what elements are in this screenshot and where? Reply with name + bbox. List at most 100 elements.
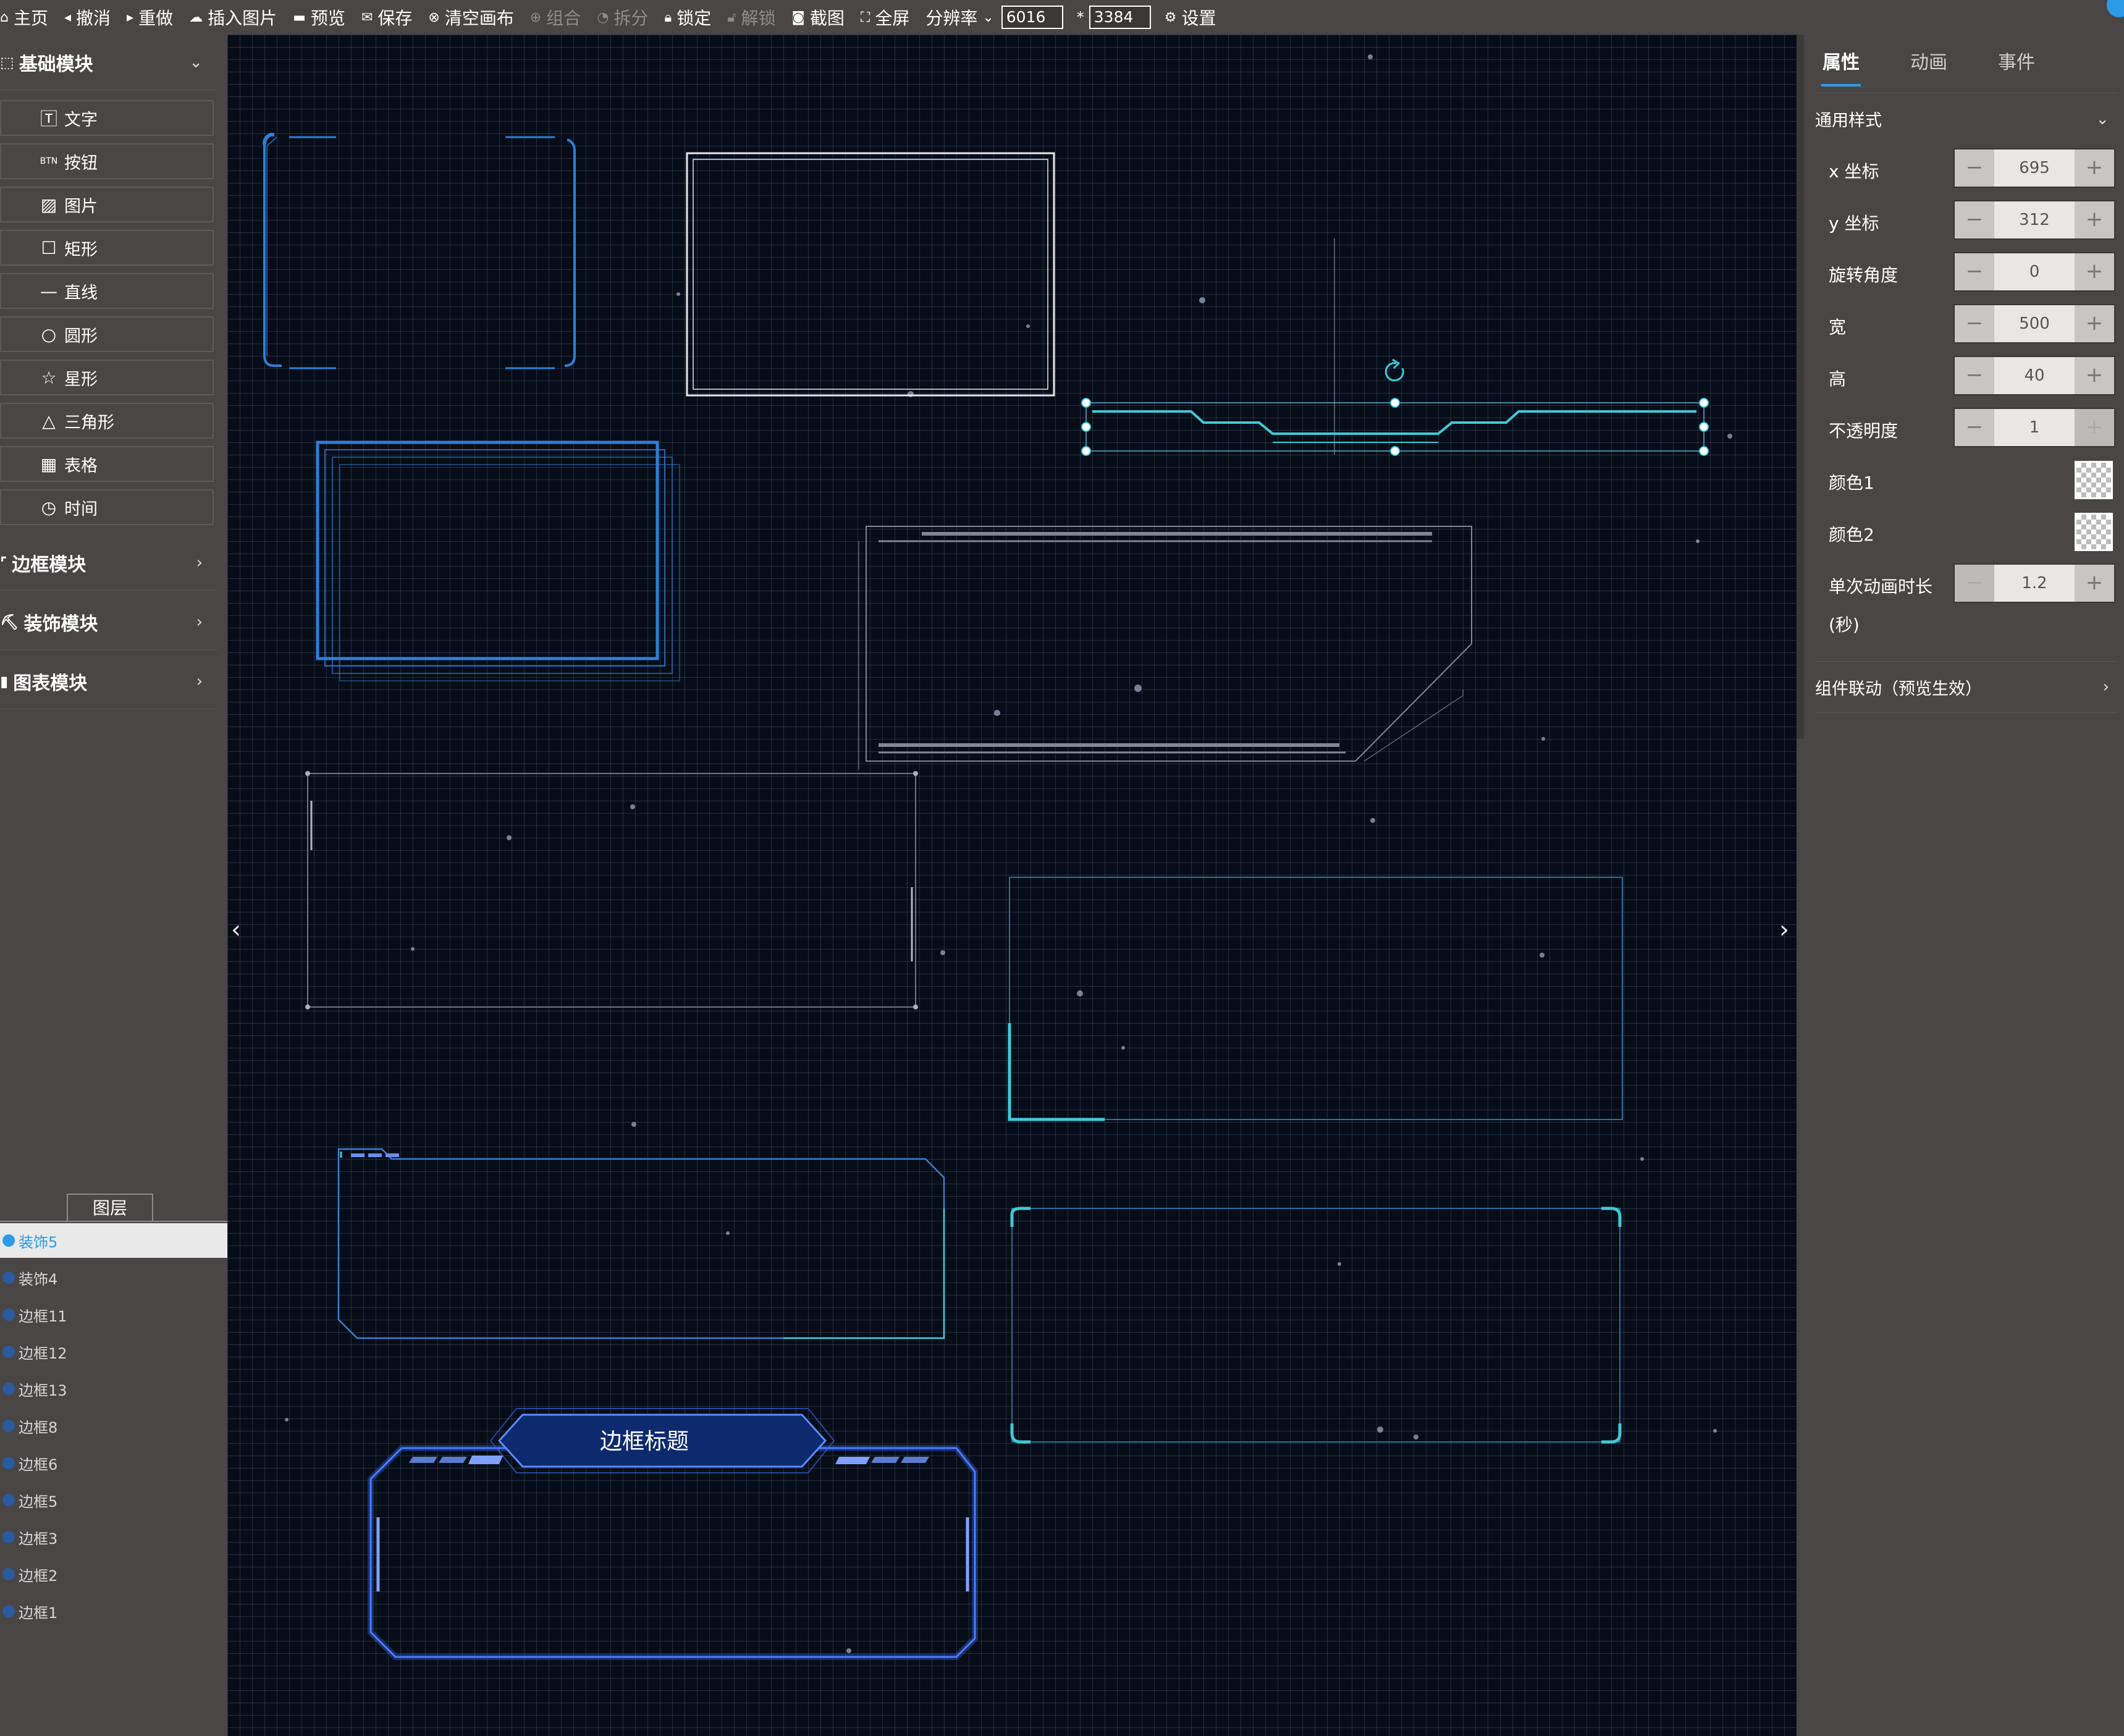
opacity-value[interactable]: 1: [1994, 409, 2075, 446]
basic-item-button[interactable]: BTN 按钮: [0, 143, 214, 179]
resolution-height-input[interactable]: 3384: [1089, 6, 1151, 29]
basic-item-triangle[interactable]: △ 三角形: [0, 403, 214, 439]
design-canvas[interactable]: 边框标题 ‹ ›: [227, 35, 1797, 1736]
width-stepper[interactable]: − 500 +: [1953, 304, 2115, 343]
ungroup-button[interactable]: ◔ 拆分: [597, 5, 648, 30]
minus-icon[interactable]: −: [1955, 150, 1994, 187]
layered-frame[interactable]: [316, 440, 680, 681]
decor-module-header[interactable]: ⛏ 装饰模块 ›: [0, 594, 217, 650]
minus-icon[interactable]: −: [1955, 305, 1994, 342]
tab-properties[interactable]: 属性: [1823, 47, 1860, 74]
layer-icon: [2, 1234, 15, 1247]
tab-events[interactable]: 事件: [1998, 47, 2035, 74]
layer-item[interactable]: 边框2: [0, 1557, 227, 1591]
scrollbar[interactable]: [1797, 35, 1804, 739]
undo-label: 撤消: [76, 8, 111, 28]
minus-icon[interactable]: −: [1955, 201, 1994, 238]
basic-item-rectangle[interactable]: ☐ 矩形: [0, 230, 214, 266]
height-stepper[interactable]: − 40 +: [1953, 356, 2115, 395]
save-button[interactable]: ✉ 保存: [361, 5, 412, 30]
basic-module-header[interactable]: ⬚ 基础模块 ⌄: [0, 35, 217, 90]
home-button[interactable]: ⌂ 主页: [0, 5, 48, 30]
corner-frame[interactable]: [263, 133, 576, 369]
folder-frame[interactable]: [337, 1148, 945, 1339]
height-value[interactable]: 40: [1994, 357, 2075, 394]
rotation-stepper[interactable]: − 0 +: [1953, 252, 2115, 292]
border-icon: ⌜: [0, 554, 7, 571]
y-stepper[interactable]: − 312 +: [1953, 200, 2115, 240]
layer-item[interactable]: 边框5: [0, 1483, 227, 1517]
opacity-stepper[interactable]: − 1 +: [1953, 408, 2115, 447]
plus-icon[interactable]: +: [2075, 357, 2114, 394]
color1-picker[interactable]: [2075, 461, 2113, 499]
clear-canvas-button[interactable]: ⊗ 清空画布: [428, 5, 513, 30]
plus-icon[interactable]: +: [2075, 201, 2114, 238]
insert-image-button[interactable]: ☁ 插入图片: [189, 5, 277, 30]
resolution-dropdown[interactable]: 分辨率 ⌄: [925, 5, 993, 30]
status-dot: [2107, 0, 2124, 17]
double-rect-frame[interactable]: [686, 152, 1055, 397]
redo-icon: ▸: [127, 9, 134, 25]
layer-item[interactable]: 边框11: [0, 1297, 227, 1332]
resolution-width-input[interactable]: 6016: [1001, 6, 1063, 29]
lock-icon: 🔒︎: [664, 9, 672, 25]
chevron-left-icon[interactable]: ‹: [231, 916, 241, 944]
minus-icon[interactable]: −: [1955, 409, 1994, 446]
basic-item-circle[interactable]: ○ 圆形: [0, 316, 214, 352]
plus-icon[interactable]: +: [2075, 409, 2114, 446]
minus-icon[interactable]: −: [1955, 253, 1994, 290]
selected-decoration[interactable]: [1081, 238, 1709, 456]
bracket-frame[interactable]: [1010, 1207, 1622, 1444]
duration-value[interactable]: 1.2: [1994, 565, 2075, 602]
color2-picker[interactable]: [2075, 513, 2113, 551]
border-module-label: 边框模块: [12, 554, 86, 576]
rotation-value[interactable]: 0: [1994, 253, 2075, 290]
duration-stepper[interactable]: − 1.2 +: [1953, 563, 2115, 603]
layer-item[interactable]: 边框6: [0, 1446, 227, 1480]
unlock-button[interactable]: 🔓︎ 解锁: [727, 5, 775, 30]
screenshot-button[interactable]: ◙ 截图: [792, 5, 845, 30]
minus-icon[interactable]: −: [1955, 357, 1994, 394]
minus-icon[interactable]: −: [1955, 565, 1994, 602]
layer-item[interactable]: 边框1: [0, 1594, 227, 1629]
general-style-label: 通用样式: [1815, 111, 1882, 130]
basic-item-time[interactable]: ◷ 时间: [0, 489, 214, 525]
x-value[interactable]: 695: [1994, 150, 2075, 187]
basic-item-star[interactable]: ☆ 星形: [0, 360, 214, 395]
basic-item-line[interactable]: — 直线: [0, 273, 214, 309]
plus-icon[interactable]: +: [2075, 253, 2114, 290]
monitor-icon: ▬: [293, 9, 306, 25]
width-value[interactable]: 500: [1994, 305, 2075, 342]
layer-item[interactable]: 装饰5: [0, 1223, 227, 1258]
preview-button[interactable]: ▬ 预览: [293, 5, 345, 30]
general-style-section[interactable]: 通用样式 ⌄: [1815, 93, 2118, 145]
tab-animation[interactable]: 动画: [1910, 47, 1947, 74]
lock-button[interactable]: 🔒︎ 锁定: [665, 5, 712, 30]
chart-module-header[interactable]: ▮ 图表模块 ›: [0, 654, 217, 709]
cyan-accent-frame[interactable]: [1008, 877, 1623, 1121]
group-button[interactable]: ⊕ 组合: [530, 5, 581, 30]
linkage-section[interactable]: 组件联动（预览生效） ›: [1815, 661, 2118, 713]
fullscreen-button[interactable]: ⛶ 全屏: [861, 5, 909, 30]
layer-item[interactable]: 边框12: [0, 1334, 227, 1369]
layer-item[interactable]: 边框3: [0, 1520, 227, 1554]
undo-button[interactable]: ◂ 撤消: [64, 5, 111, 30]
layer-item[interactable]: 边框8: [0, 1409, 227, 1443]
plus-icon[interactable]: +: [2075, 150, 2114, 187]
thin-frame[interactable]: [305, 771, 918, 1009]
basic-item-table[interactable]: ▦ 表格: [0, 446, 214, 482]
plus-icon[interactable]: +: [2075, 565, 2114, 602]
y-value[interactable]: 312: [1994, 201, 2075, 238]
basic-item-text[interactable]: 🅃 文字: [0, 100, 214, 136]
chevron-right-icon[interactable]: ›: [1779, 916, 1789, 944]
plus-icon[interactable]: +: [2075, 305, 2114, 342]
layer-tab[interactable]: 图层: [67, 1194, 153, 1222]
border-module-header[interactable]: ⌜ 边框模块 ›: [0, 535, 217, 591]
x-stepper[interactable]: − 695 +: [1953, 148, 2115, 188]
basic-item-image[interactable]: ▨ 图片: [0, 187, 214, 222]
redo-button[interactable]: ▸ 重做: [127, 5, 173, 30]
settings-button[interactable]: ⚙ 设置: [1165, 5, 1216, 30]
layer-item[interactable]: 装饰4: [0, 1260, 227, 1295]
chamfer-frame[interactable]: [858, 526, 1472, 770]
layer-item[interactable]: 边框13: [0, 1372, 227, 1406]
